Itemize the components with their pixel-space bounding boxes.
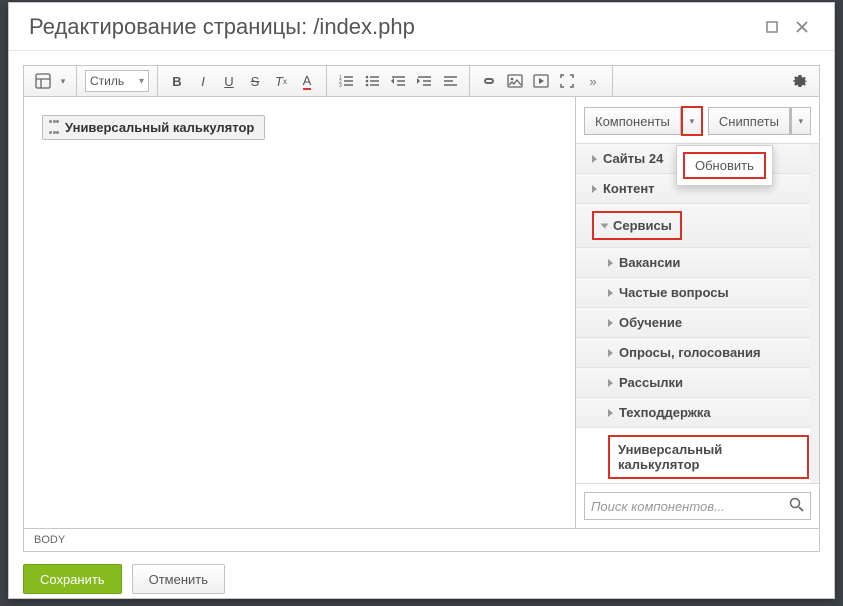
- indent-button[interactable]: [411, 68, 437, 94]
- panel-tabs: Компоненты ▾ Сниппеты ▾ Обновить: [576, 97, 819, 143]
- refresh-button[interactable]: Обновить: [683, 152, 766, 179]
- settings-button[interactable]: [787, 68, 813, 94]
- components-tree: Сайты 24 Контент Сервисы Вакансии Частые…: [576, 143, 819, 483]
- align-button[interactable]: [437, 68, 463, 94]
- close-icon[interactable]: [790, 15, 814, 39]
- snippets-dropdown[interactable]: Сниппеты ▾: [708, 107, 811, 135]
- refresh-popup: Обновить: [676, 145, 773, 186]
- editor-body: Универсальный калькулятор Компоненты ▾ С…: [23, 97, 820, 529]
- chevron-right-icon: [592, 185, 597, 193]
- bold-button[interactable]: B: [164, 68, 190, 94]
- scrollbar[interactable]: [810, 144, 819, 483]
- dialog-header: Редактирование страницы: /index.php: [9, 3, 834, 51]
- components-dropdown[interactable]: Компоненты ▾: [584, 107, 702, 135]
- fullscreen-button[interactable]: [554, 68, 580, 94]
- italic-button[interactable]: I: [190, 68, 216, 94]
- template-icon[interactable]: [30, 68, 56, 94]
- ordered-list-button[interactable]: 123: [333, 68, 359, 94]
- unordered-list-button[interactable]: [359, 68, 385, 94]
- chevron-down-icon: [601, 223, 609, 228]
- drag-handle-icon[interactable]: [49, 120, 59, 134]
- tree-item-vacancies[interactable]: Вакансии: [576, 248, 819, 278]
- tree-item-services[interactable]: Сервисы: [576, 204, 819, 248]
- video-button[interactable]: [528, 68, 554, 94]
- components-dropdown-chevron[interactable]: ▾: [682, 107, 702, 135]
- snippets-button-label: Сниппеты: [709, 108, 790, 134]
- text-color-button[interactable]: A: [294, 68, 320, 94]
- chevron-right-icon: [608, 319, 613, 327]
- tree-item-universal-calc[interactable]: Универсальный калькулятор: [576, 428, 819, 483]
- clear-format-button[interactable]: Tx: [268, 68, 294, 94]
- save-button[interactable]: Сохранить: [23, 564, 122, 594]
- chevron-down-icon: ▾: [139, 76, 144, 87]
- svg-text:3: 3: [339, 83, 342, 88]
- editor-wrap: ▾ Стиль ▾ B I U S Tx A 123: [9, 51, 834, 552]
- maximize-icon[interactable]: [760, 15, 784, 39]
- search-row: [576, 483, 819, 528]
- strike-button[interactable]: S: [242, 68, 268, 94]
- dialog-window: Редактирование страницы: /index.php ▾ Ст…: [8, 2, 835, 599]
- more-button[interactable]: »: [580, 68, 606, 94]
- status-path[interactable]: BODY: [23, 529, 820, 552]
- editor-canvas[interactable]: Универсальный калькулятор: [24, 97, 575, 528]
- chevron-right-icon: [608, 349, 613, 357]
- chevron-right-icon: [608, 409, 613, 417]
- side-panel: Компоненты ▾ Сниппеты ▾ Обновить Сайты 2…: [575, 97, 819, 528]
- image-button[interactable]: [502, 68, 528, 94]
- editor-toolbar: ▾ Стиль ▾ B I U S Tx A 123: [23, 65, 820, 97]
- search-icon[interactable]: [789, 497, 804, 515]
- tree-item-faq[interactable]: Частые вопросы: [576, 278, 819, 308]
- tree-item-education[interactable]: Обучение: [576, 308, 819, 338]
- search-box[interactable]: [584, 492, 811, 520]
- search-input[interactable]: [591, 499, 789, 514]
- chevron-right-icon: [608, 259, 613, 267]
- chevron-right-icon: [592, 155, 597, 163]
- snippets-dropdown-chevron[interactable]: ▾: [791, 107, 811, 135]
- template-dropdown-icon[interactable]: ▾: [56, 68, 70, 94]
- link-button[interactable]: [476, 68, 502, 94]
- chevron-right-icon: [608, 289, 613, 297]
- component-chip-label: Универсальный калькулятор: [65, 120, 254, 135]
- tree-item-mailings[interactable]: Рассылки: [576, 368, 819, 398]
- underline-button[interactable]: U: [216, 68, 242, 94]
- components-button-label: Компоненты: [585, 108, 681, 134]
- dialog-footer: Сохранить Отменить: [9, 552, 834, 606]
- dialog-title: Редактирование страницы: /index.php: [29, 14, 754, 40]
- chevron-right-icon: [608, 379, 613, 387]
- tree-item-polls[interactable]: Опросы, голосования: [576, 338, 819, 368]
- style-select[interactable]: Стиль ▾: [85, 70, 149, 92]
- style-select-label: Стиль: [90, 74, 124, 88]
- component-chip[interactable]: Универсальный калькулятор: [42, 115, 265, 140]
- cancel-button[interactable]: Отменить: [132, 564, 225, 594]
- outdent-button[interactable]: [385, 68, 411, 94]
- tree-item-support[interactable]: Техподдержка: [576, 398, 819, 428]
